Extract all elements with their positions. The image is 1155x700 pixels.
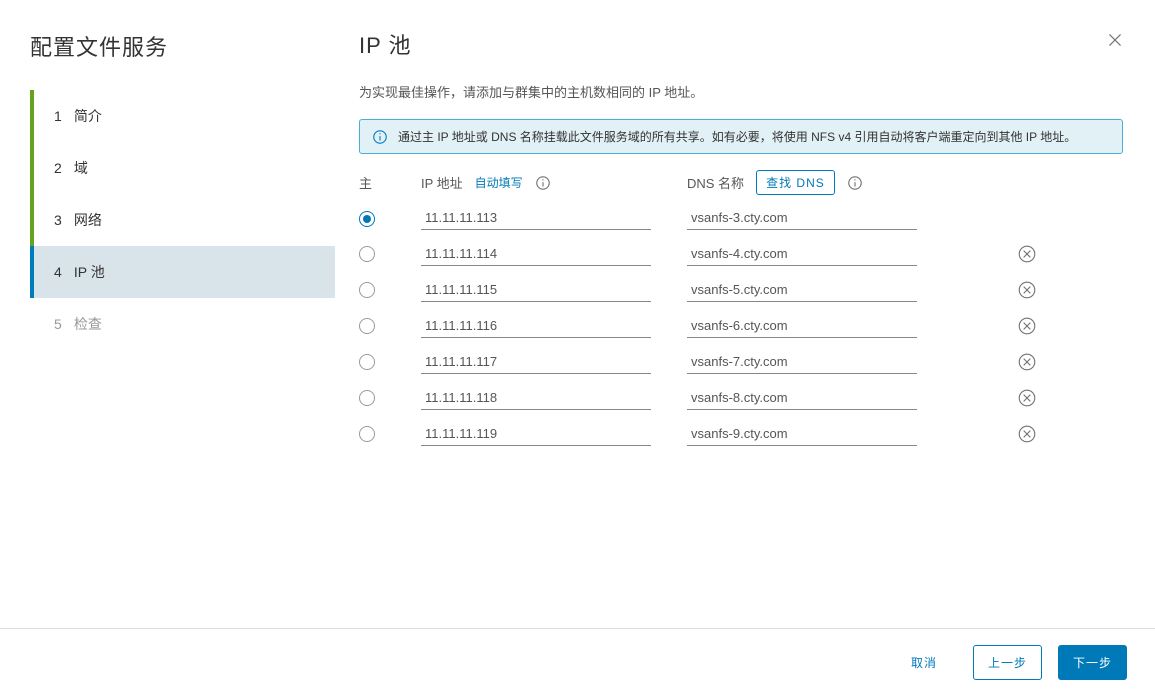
col-head-ip: IP 地址 bbox=[421, 173, 463, 192]
remove-row-icon[interactable] bbox=[1017, 352, 1037, 372]
step-number: 5 bbox=[54, 316, 70, 332]
table-row bbox=[359, 381, 1123, 417]
table-row bbox=[359, 237, 1123, 273]
remove-row-icon[interactable] bbox=[1017, 280, 1037, 300]
step-label: 检查 bbox=[74, 316, 102, 332]
table-row bbox=[359, 309, 1123, 345]
remove-row-icon[interactable] bbox=[1017, 316, 1037, 336]
step-4[interactable]: 4 IP 池 bbox=[30, 246, 335, 298]
close-icon[interactable] bbox=[1105, 30, 1125, 50]
primary-radio[interactable] bbox=[359, 246, 375, 262]
ip-input[interactable] bbox=[421, 316, 651, 338]
next-button[interactable]: 下一步 bbox=[1058, 645, 1127, 680]
step-number: 2 bbox=[54, 160, 70, 176]
step-2[interactable]: 2 域 bbox=[30, 142, 335, 194]
table-row bbox=[359, 345, 1123, 381]
remove-row-icon[interactable] bbox=[1017, 244, 1037, 264]
step-label: IP 池 bbox=[74, 264, 105, 280]
dialog-body: 配置文件服务 1 简介2 域3 网络4 IP 池5 检查 IP 池 为实现最佳操… bbox=[0, 0, 1155, 628]
table-body bbox=[359, 201, 1123, 453]
remove-row-icon[interactable] bbox=[1017, 388, 1037, 408]
dns-input[interactable] bbox=[687, 388, 917, 410]
primary-radio[interactable] bbox=[359, 354, 375, 370]
page-title: IP 池 bbox=[359, 28, 1123, 60]
autofill-help-icon[interactable] bbox=[535, 175, 551, 191]
remove-row-icon[interactable] bbox=[1017, 424, 1037, 444]
cancel-button[interactable]: 取消 bbox=[891, 646, 957, 679]
info-icon bbox=[372, 129, 388, 145]
ip-input[interactable] bbox=[421, 352, 651, 374]
table-row bbox=[359, 273, 1123, 309]
step-number: 4 bbox=[54, 264, 70, 280]
step-5: 5 检查 bbox=[30, 298, 335, 350]
page-desc: 为实现最佳操作，请添加与群集中的主机数相同的 IP 地址。 bbox=[359, 82, 1123, 101]
dns-input[interactable] bbox=[687, 424, 917, 446]
dns-input[interactable] bbox=[687, 352, 917, 374]
dns-input[interactable] bbox=[687, 208, 917, 230]
wizard-sidebar: 配置文件服务 1 简介2 域3 网络4 IP 池5 检查 bbox=[0, 0, 335, 628]
dns-input[interactable] bbox=[687, 316, 917, 338]
ip-input[interactable] bbox=[421, 388, 651, 410]
table-row bbox=[359, 201, 1123, 237]
wizard-main: IP 池 为实现最佳操作，请添加与群集中的主机数相同的 IP 地址。 通过主 I… bbox=[335, 0, 1155, 628]
primary-radio[interactable] bbox=[359, 282, 375, 298]
step-label: 域 bbox=[74, 160, 88, 176]
info-banner: 通过主 IP 地址或 DNS 名称挂载此文件服务域的所有共享。如有必要，将使用 … bbox=[359, 119, 1123, 154]
ip-table: 主 IP 地址 自动填写 DNS 名称 查找 DNS bbox=[359, 170, 1123, 453]
ip-input[interactable] bbox=[421, 424, 651, 446]
col-head-primary: 主 bbox=[359, 173, 421, 192]
info-banner-text: 通过主 IP 地址或 DNS 名称挂载此文件服务域的所有共享。如有必要，将使用 … bbox=[398, 128, 1076, 145]
dns-input[interactable] bbox=[687, 280, 917, 302]
autofill-button[interactable]: 自动填写 bbox=[475, 174, 523, 191]
wizard-steps: 1 简介2 域3 网络4 IP 池5 检查 bbox=[30, 90, 335, 350]
table-row bbox=[359, 417, 1123, 453]
dialog-footer: 取消 上一步 下一步 bbox=[0, 628, 1155, 700]
ip-input[interactable] bbox=[421, 280, 651, 302]
primary-radio[interactable] bbox=[359, 211, 375, 227]
table-header: 主 IP 地址 自动填写 DNS 名称 查找 DNS bbox=[359, 170, 1123, 201]
step-number: 1 bbox=[54, 108, 70, 124]
wizard-dialog: 配置文件服务 1 简介2 域3 网络4 IP 池5 检查 IP 池 为实现最佳操… bbox=[0, 0, 1155, 700]
primary-radio[interactable] bbox=[359, 390, 375, 406]
step-3[interactable]: 3 网络 bbox=[30, 194, 335, 246]
dns-input[interactable] bbox=[687, 244, 917, 266]
col-head-dns: DNS 名称 bbox=[687, 173, 744, 192]
ip-input[interactable] bbox=[421, 208, 651, 230]
lookup-help-icon[interactable] bbox=[847, 175, 863, 191]
lookup-dns-button[interactable]: 查找 DNS bbox=[756, 170, 835, 195]
step-1[interactable]: 1 简介 bbox=[30, 90, 335, 142]
step-label: 网络 bbox=[74, 212, 102, 228]
step-label: 简介 bbox=[74, 108, 102, 124]
back-button[interactable]: 上一步 bbox=[973, 645, 1042, 680]
ip-input[interactable] bbox=[421, 244, 651, 266]
wizard-title: 配置文件服务 bbox=[30, 30, 335, 62]
primary-radio[interactable] bbox=[359, 426, 375, 442]
primary-radio[interactable] bbox=[359, 318, 375, 334]
step-number: 3 bbox=[54, 212, 70, 228]
